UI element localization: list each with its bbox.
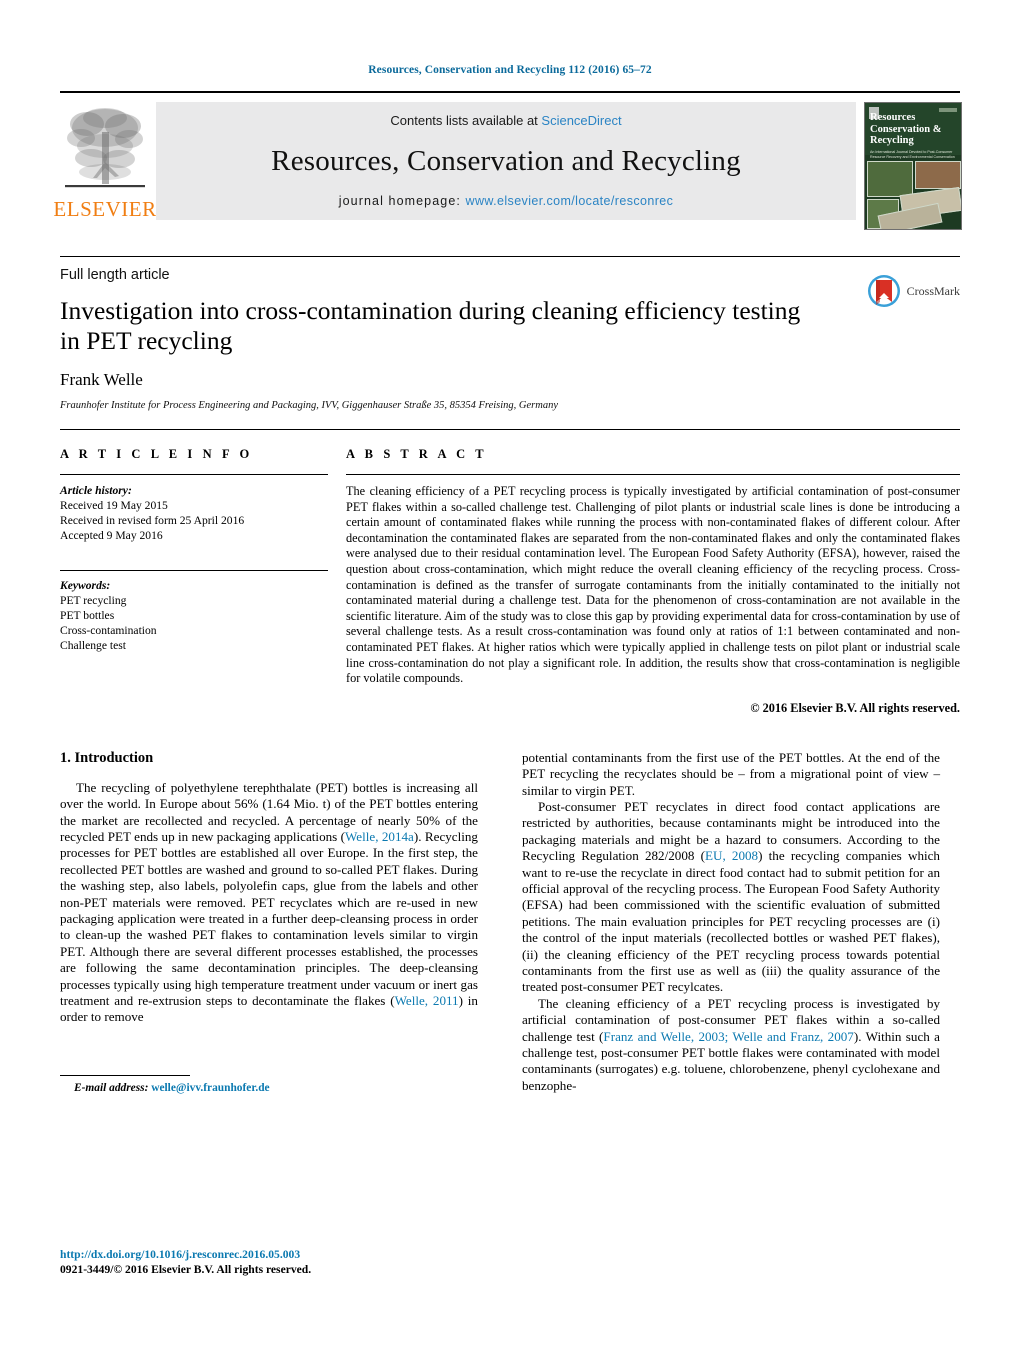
journal-masthead: ELSEVIER Contents lists available at Sci… [53,91,962,230]
abstract-text: The cleaning efficiency of a PET recycli… [346,484,960,686]
section-heading-introduction: 1. Introduction [60,749,154,766]
email-link[interactable]: welle@ivv.fraunhofer.de [151,1082,269,1094]
contents-line: Contents lists available at ScienceDirec… [156,113,856,128]
sciencedirect-link[interactable]: ScienceDirect [541,113,621,128]
keyword-item: PET recycling [60,594,127,607]
elsevier-tree-icon [65,108,145,188]
article-history-block: Article history: Received 19 May 2015 Re… [60,475,328,543]
elsevier-logo: ELSEVIER [53,102,156,220]
crossmark-badge[interactable]: CrossMark [866,273,960,309]
paragraph: The cleaning efficiency of a PET recycli… [522,996,940,1094]
cover-title-line2: Conservation & [870,123,942,135]
paragraph: potential contaminants from the first us… [522,749,940,798]
article-history-title: Article history: [60,484,132,497]
article-info-heading: A R T I C L E I N F O [60,447,253,461]
issn-copyright-line: 0921-3449/© 2016 Elsevier B.V. All right… [60,1263,312,1276]
cover-title-line1: Resources [870,112,916,123]
history-item: Accepted 9 May 2016 [60,529,163,542]
info-abstract-section: A R T I C L E I N F O Article history: R… [60,429,960,716]
divider [60,570,328,571]
paragraph-text: ) the recycling companies which want to … [522,848,940,995]
keywords-title: Keywords: [60,579,111,592]
citation-link[interactable]: Welle, 2011 [395,993,459,1008]
paragraph: Post-consumer PET recyclates in direct f… [522,799,940,996]
abstract-copyright: © 2016 Elsevier B.V. All rights reserved… [750,700,960,715]
email-label: E-mail address: [74,1082,149,1095]
crossmark-label: CrossMark [906,283,960,298]
article-header: Full length article Investigation into c… [60,256,960,411]
body-column-right: potential contaminants from the first us… [522,750,940,1095]
email-footnote: E-mail address: welle@ivv.fraunhofer.de [60,1082,390,1094]
cover-title: Resources Conservation & Recycling [870,112,958,147]
article-info-column: A R T I C L E I N F O Article history: R… [60,447,328,716]
history-item: Received in revised form 25 April 2016 [60,514,245,527]
doi-link[interactable]: http://dx.doi.org/10.1016/j.resconrec.20… [60,1247,311,1262]
keyword-item: PET bottles [60,609,115,622]
cover-photo-collage [865,159,961,229]
footnote-block: E-mail address: welle@ivv.fraunhofer.de [60,1075,390,1094]
keyword-item: Challenge test [60,639,127,652]
page-title: Investigation into cross-contamination d… [60,296,801,355]
doi-footer: http://dx.doi.org/10.1016/j.resconrec.20… [60,1247,311,1277]
paragraph-text: ). Recycling processes for PET bottles a… [60,828,478,1008]
journal-cover-image: Resources Conservation & Recycling An In… [864,102,962,230]
citation-link[interactable]: EU, 2008 [705,848,758,863]
cover-photo [867,161,913,197]
journal-homepage-line: journal homepage: www.elsevier.com/locat… [156,194,856,208]
contents-prefix: Contents lists available at [390,113,542,128]
crossmark-icon [867,275,900,307]
history-item: Received 19 May 2015 [60,499,168,512]
journal-article-page: Resources, Conservation and Recycling 11… [0,0,1020,1351]
elsevier-wordmark: ELSEVIER [53,197,157,221]
journal-band: Contents lists available at ScienceDirec… [156,102,856,220]
cover-photo [915,161,961,189]
author-affiliation: Fraunhofer Institute for Process Enginee… [60,400,559,411]
abstract-heading: A B S T R A C T [346,447,488,461]
article-body: 1. Introduction The recycling of polyeth… [60,749,960,1095]
cover-title-line3: Recycling [870,135,914,146]
homepage-prefix: journal homepage: [338,194,466,208]
citation-link[interactable]: Franz and Welle, 2003; Welle and Franz, … [603,1029,853,1044]
body-column-left: 1. Introduction The recycling of polyeth… [60,749,478,1094]
footnote-divider [60,1075,190,1077]
journal-title: Resources, Conservation and Recycling [271,144,741,177]
paragraph: The recycling of polyethylene terephthal… [60,780,478,1026]
keyword-item: Cross-contamination [60,624,157,637]
running-head: Resources, Conservation and Recycling 11… [368,64,652,76]
abstract-column: A B S T R A C T The cleaning efficiency … [346,447,960,716]
article-type-label: Full length article [60,267,170,283]
citation-link[interactable]: Welle, 2014a [345,829,414,844]
keywords-block: Keywords: PET recycling PET bottles Cros… [60,562,328,653]
homepage-link[interactable]: www.elsevier.com/locate/resconrec [466,194,674,208]
journal-cover-block: Resources Conservation & Recycling An In… [856,102,962,230]
author-name: Frank Welle [60,370,143,389]
